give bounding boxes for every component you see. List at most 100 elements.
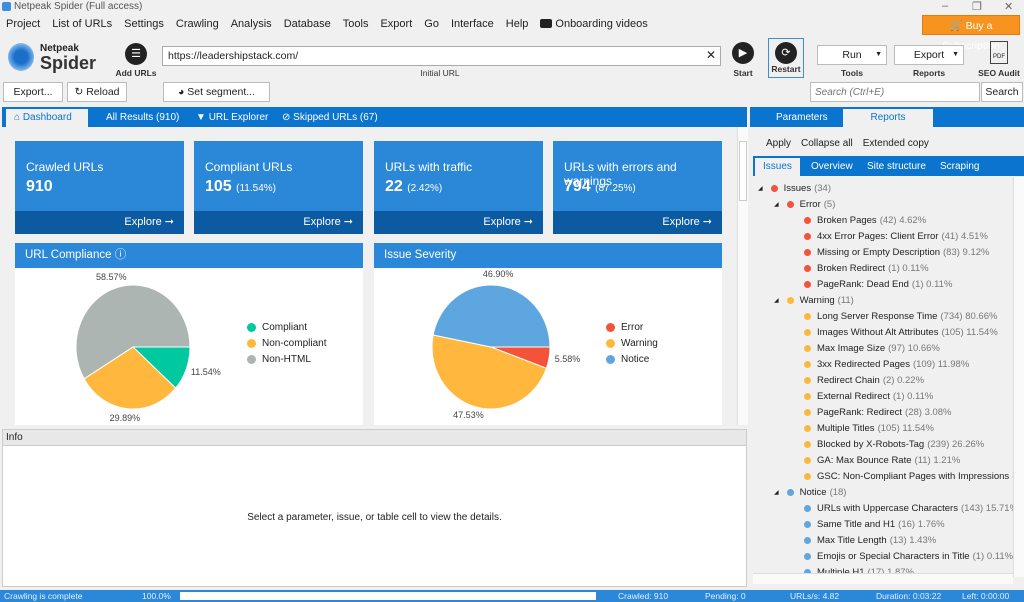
reload-button[interactable]: ↻ Reload (67, 82, 127, 102)
legend-item[interactable]: Compliant (247, 322, 307, 333)
tree-item[interactable]: Emojis or Special Characters in Title (1)… (804, 548, 1013, 564)
explore-button[interactable]: Explore ➞ (553, 211, 722, 234)
start-button[interactable]: Start (728, 68, 758, 78)
tab-scraping[interactable]: Scraping (932, 158, 987, 176)
tree-item[interactable]: ◢ Notice (18) (774, 484, 846, 500)
tree-item[interactable]: Missing or Empty Description (83) 9.12% (804, 244, 990, 260)
tree-item[interactable]: External Redirect (1) 0.11% (804, 388, 933, 404)
search-button[interactable]: Search (981, 82, 1023, 102)
buy-subscription-button[interactable]: 🛒 Buy a Subscription (922, 15, 1020, 52)
tab-issues[interactable]: Issues (755, 158, 800, 176)
explore-button[interactable]: Explore ➞ (15, 211, 184, 234)
collapse-icon[interactable]: ◢ (774, 201, 779, 208)
close-icon[interactable]: ✕ (1004, 0, 1013, 13)
tab-url-explorer[interactable]: ▼ URL Explorer (188, 109, 276, 127)
legend-item[interactable]: Non-compliant (247, 338, 326, 349)
tree-item[interactable]: PageRank: Redirect (28) 3.08% (804, 404, 952, 420)
tab-all-results[interactable]: All Results (910) (98, 109, 187, 127)
collapse-icon[interactable]: ◢ (774, 297, 779, 304)
pdf-icon[interactable]: PDF (990, 41, 1008, 64)
slice-label: 11.54% (190, 366, 221, 377)
tree-item[interactable]: Same Title and H1 (16) 1.76% (804, 516, 945, 532)
tab-parameters[interactable]: Parameters (768, 109, 836, 127)
menu-item[interactable]: Project (6, 18, 40, 30)
menu-label: Crawling (175, 18, 219, 30)
menu-item[interactable]: Database (284, 18, 331, 30)
maximize-icon[interactable]: ❐ (972, 0, 982, 13)
tree-item[interactable]: ◢ Error (5) (774, 196, 835, 212)
extended-copy-button[interactable]: Extended copy (863, 138, 929, 149)
tree-item-name: Multiple Titles (817, 422, 875, 434)
menu-item[interactable]: Onboarding videos (540, 18, 648, 30)
run-dropdown[interactable]: Run ▼ (817, 45, 887, 65)
tree-item[interactable]: Multiple Titles (105) 11.54% (804, 420, 934, 436)
tree-item[interactable]: GSC: Non-Compliant Pages with Impression… (804, 468, 1013, 484)
explore-button[interactable]: Explore ➞ (194, 211, 363, 234)
apply-button[interactable]: Apply (766, 138, 791, 149)
legend-item[interactable]: Notice (606, 354, 649, 365)
explore-button[interactable]: Explore ➞ (374, 211, 543, 234)
info-panel: Info Select a parameter, issue, or table … (2, 429, 747, 587)
export-dropdown[interactable]: Export ▼ (894, 45, 964, 65)
tree-item[interactable]: Broken Redirect (1) 0.11% (804, 260, 929, 276)
tree-item[interactable]: Broken Pages (42) 4.62% (804, 212, 926, 228)
tree-item[interactable]: Multiple H1 (17) 1.87% (804, 564, 914, 573)
menu-item[interactable]: Go (424, 18, 439, 30)
tree-item[interactable]: Images Without Alt Attributes (105) 11.54… (804, 324, 998, 340)
info-icon[interactable]: ⓘ (115, 249, 127, 261)
tab-site-structure[interactable]: Site structure (859, 158, 934, 176)
tree-item[interactable]: Max Title Length (13) 1.43% (804, 532, 936, 548)
set-segment-button[interactable]: ◕ Set segment... (163, 82, 270, 102)
menu-item[interactable]: Settings (124, 18, 164, 30)
tree-item[interactable]: Long Server Response Time (734) 80.66% (804, 308, 997, 324)
menu-item[interactable]: Interface (451, 18, 494, 30)
add-urls-icon[interactable]: ☰ (125, 43, 147, 65)
menu-item[interactable]: Export (380, 18, 412, 30)
clear-url-icon[interactable]: ✕ (706, 48, 716, 62)
tree-item[interactable]: PageRank: Dead End (1) 0.11% (804, 276, 952, 292)
tree-item[interactable]: GA: Max Bounce Rate (11) 1.21% (804, 452, 960, 468)
collapse-icon[interactable]: ◢ (758, 185, 763, 192)
tree-hscroll[interactable] (753, 573, 1013, 584)
search-input[interactable] (810, 82, 980, 102)
tree-vscroll[interactable] (1013, 177, 1024, 577)
menu-item[interactable]: Help (506, 18, 529, 30)
tree-item[interactable]: Redirect Chain (2) 0.22% (804, 372, 924, 388)
menu-label: Onboarding videos (555, 18, 648, 30)
initial-url-input[interactable]: https://leadershipstack.com/ (162, 46, 721, 66)
legend-item[interactable]: Warning (606, 338, 658, 349)
tree-item[interactable]: Blocked by X-Robots-Tag (239) 26.26% (804, 436, 984, 452)
tree-item-name: Broken Pages (817, 214, 877, 226)
legend-item[interactable]: Non-HTML (247, 354, 311, 365)
add-urls-button[interactable]: Add URLs (112, 68, 160, 78)
tree-item-name: URLs with Uppercase Characters (817, 502, 958, 514)
tree-item[interactable]: ◢ Issues (34) (758, 180, 831, 196)
restart-button[interactable]: ⟳ Restart (768, 38, 804, 78)
tree-item[interactable]: 3xx Redirected Pages (109) 11.98% (804, 356, 969, 372)
export-button[interactable]: Export... (3, 82, 63, 102)
start-icon[interactable]: ▶ (732, 42, 754, 64)
tree-item[interactable]: ◢ Warning (11) (774, 292, 854, 308)
cart-icon: 🛒 (949, 20, 966, 32)
tab-reports[interactable]: Reports (843, 109, 933, 127)
menu-item[interactable]: Crawling (176, 18, 219, 30)
tree-item[interactable]: URLs with Uppercase Characters (143) 15.7… (804, 500, 1013, 516)
collapse-icon[interactable]: ◢ (774, 489, 779, 496)
tree-item[interactable]: 4xx Error Pages: Client Error (41) 4.51% (804, 228, 988, 244)
severity-dot-icon (804, 536, 811, 544)
menu-item[interactable]: List of URLs (52, 18, 112, 30)
seo-audit-button[interactable]: SEO Audit (975, 68, 1023, 78)
menu-item[interactable]: Tools (343, 18, 369, 30)
menu-item[interactable]: Analysis (231, 18, 272, 30)
tab-skipped-urls[interactable]: ⊘ Skipped URLs (67) (274, 109, 386, 127)
legend-item[interactable]: Error (606, 322, 643, 333)
tab-overview[interactable]: Overview (803, 158, 861, 176)
tree-item[interactable]: Max Image Size (97) 10.66% (804, 340, 940, 356)
minimize-icon[interactable]: – (942, 0, 948, 12)
collapse-all-button[interactable]: Collapse all (801, 138, 853, 149)
legend-swatch (606, 339, 615, 348)
right-tabs: Parameters Reports (750, 107, 1024, 127)
pie-slice[interactable] (432, 284, 551, 348)
tab-dashboard[interactable]: ⌂ Dashboard (6, 109, 88, 127)
dashboard-scrollbar[interactable] (737, 127, 748, 425)
